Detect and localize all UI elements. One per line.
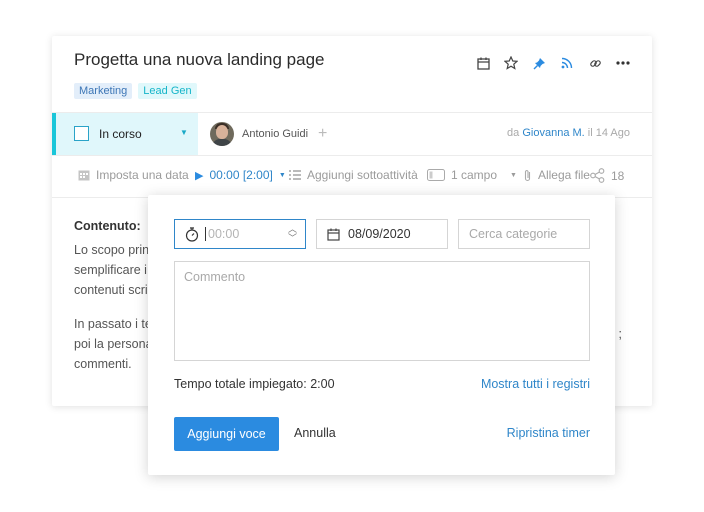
date-value: 08/09/2020 <box>348 227 411 241</box>
meta-author[interactable]: Giovanna M. <box>522 127 584 139</box>
rss-icon[interactable] <box>558 54 576 72</box>
caret-down-icon: ▼ <box>510 171 517 179</box>
cancel-button[interactable]: Annulla <box>294 426 336 440</box>
calendar-grid-icon <box>78 170 90 181</box>
assignee-name: Antonio Guidi <box>242 128 309 140</box>
time-placeholder: 00:00 <box>205 227 239 241</box>
meta-date: il 14 Ago <box>587 127 630 139</box>
more-icon[interactable] <box>614 54 632 72</box>
time-entry-popup: 00:00 ︿ ﹀ 08/09/2020 Cerca categorie Comm… <box>148 195 615 475</box>
caret-down-icon: ▼ <box>180 128 188 137</box>
attach-action[interactable]: ▼ Allega file <box>510 168 590 182</box>
tag-lead-gen[interactable]: Lead Gen <box>138 83 197 99</box>
field-icon <box>427 169 445 181</box>
add-subtask-action[interactable]: Aggiungi sottoattività <box>289 168 418 182</box>
show-all-logs-link[interactable]: Mostra tutti i registri <box>481 377 590 391</box>
add-subtask-label: Aggiungi sottoattività <box>307 168 418 182</box>
task-meta: da Giovanna M. il 14 Ago <box>507 127 630 139</box>
meta-prefix: da <box>507 127 520 139</box>
share-count: 18 <box>611 168 625 183</box>
play-icon[interactable]: ▶ <box>195 169 203 182</box>
fields-label: 1 campo <box>451 168 498 182</box>
tag-marketing[interactable]: Marketing <box>74 83 133 99</box>
pin-icon[interactable] <box>530 54 548 72</box>
set-date-label: Imposta una data <box>96 168 189 182</box>
task-title[interactable]: Progetta una nuova landing page <box>74 50 324 70</box>
comment-textarea[interactable]: Commento <box>174 261 590 361</box>
link-icon[interactable] <box>586 54 604 72</box>
timer-caret-icon: ▼ <box>278 171 286 179</box>
status-dropdown[interactable]: In corso ▼ <box>52 113 198 155</box>
task-toolbar <box>474 54 632 72</box>
list-icon <box>289 170 301 180</box>
timer-label: 00:00 [2:00] <box>209 168 273 182</box>
tag-list: Marketing Lead Gen <box>74 83 197 99</box>
date-input[interactable]: 08/09/2020 <box>316 219 448 249</box>
calendar-icon[interactable] <box>474 54 492 72</box>
status-checkbox[interactable] <box>74 126 89 141</box>
share-action[interactable]: 18 <box>590 168 624 183</box>
stopwatch-icon <box>185 226 199 242</box>
timer-action[interactable]: ▶ 00:00 [2:00] ▼ <box>195 168 286 182</box>
set-date-action[interactable]: Imposta una data <box>78 168 189 182</box>
add-entry-button[interactable]: Aggiungi voce <box>174 417 279 451</box>
reset-timer-link[interactable]: Ripristina timer <box>507 426 590 440</box>
category-search-input[interactable]: Cerca categorie <box>458 219 590 249</box>
assignee[interactable]: Antonio Guidi + <box>210 122 327 146</box>
stepper-icon[interactable]: ︿ ﹀ <box>288 225 297 243</box>
status-label: In corso <box>99 127 142 141</box>
avatar <box>210 122 234 146</box>
calendar-icon <box>327 228 340 241</box>
share-icon <box>590 168 605 183</box>
star-icon[interactable] <box>502 54 520 72</box>
fields-action[interactable]: 1 campo <box>427 168 497 182</box>
status-row: In corso ▼ Antonio Guidi + da Giovanna M… <box>52 112 652 156</box>
time-input[interactable]: 00:00 ︿ ﹀ <box>174 219 306 249</box>
total-time-label: Tempo totale impiegato: 2:00 <box>174 377 335 391</box>
actions-row: Imposta una data ▶ 00:00 [2:00] ▼ Aggiun… <box>52 155 652 198</box>
description-trailing-text: ; <box>618 326 622 341</box>
paperclip-icon <box>524 169 530 181</box>
attach-label: Allega file <box>537 168 590 182</box>
add-assignee-icon[interactable]: + <box>318 125 327 143</box>
